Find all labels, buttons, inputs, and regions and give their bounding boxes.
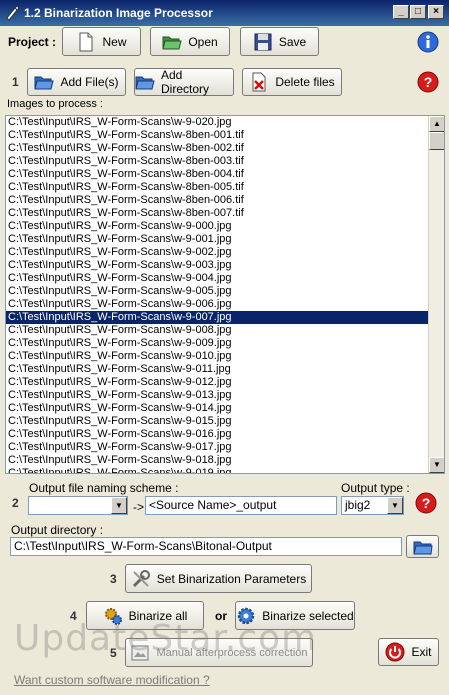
list-item[interactable]: C:\Test\Input\IRS_W-Form-Scans\w-9-002.j… [6, 246, 429, 259]
list-item[interactable]: C:\Test\Input\IRS_W-Form-Scans\w-9-003.j… [6, 259, 429, 272]
list-item[interactable]: C:\Test\Input\IRS_W-Form-Scans\w-8ben-00… [6, 181, 429, 194]
add-files-label: Add File(s) [60, 75, 119, 89]
naming-scheme-label: Output file naming scheme : [29, 481, 179, 495]
list-item[interactable]: C:\Test\Input\IRS_W-Form-Scans\w-8ben-00… [6, 194, 429, 207]
app-icon [6, 5, 20, 21]
list-item[interactable]: C:\Test\Input\IRS_W-Form-Scans\w-9-009.j… [6, 337, 429, 350]
custom-software-link[interactable]: Want custom software modification ? [14, 673, 210, 687]
images-list: C:\Test\Input\IRS_W-Form-Scans\w-9-020.j… [6, 116, 429, 473]
list-item[interactable]: C:\Test\Input\IRS_W-Form-Scans\w-9-001.j… [6, 233, 429, 246]
naming-arrow: -> [133, 500, 145, 514]
help-icon-output[interactable]: ? [415, 492, 437, 514]
add-directory-button[interactable]: Add Directory [134, 68, 234, 96]
power-icon [385, 642, 405, 662]
list-item[interactable]: C:\Test\Input\IRS_W-Form-Scans\w-9-007.j… [6, 311, 429, 324]
title-bar: 1.2 Binarization Image Processor _ □ × [0, 0, 449, 26]
list-item[interactable]: C:\Test\Input\IRS_W-Form-Scans\w-9-013.j… [6, 389, 429, 402]
images-label: Images to process : [7, 98, 103, 110]
scroll-up-arrow-icon[interactable]: ▲ [429, 116, 444, 132]
list-item[interactable]: C:\Test\Input\IRS_W-Form-Scans\w-9-019.j… [6, 467, 429, 473]
watermark: UpdateStar.com [14, 618, 318, 659]
exit-label: Exit [411, 645, 432, 659]
exit-button[interactable]: Exit [378, 638, 439, 666]
minimize-button[interactable]: _ [393, 5, 409, 19]
svg-text:?: ? [424, 74, 433, 90]
delete-files-label: Delete files [275, 75, 335, 89]
list-item[interactable]: C:\Test\Input\IRS_W-Form-Scans\w-8ben-00… [6, 207, 429, 220]
naming-scheme-field[interactable]: <Source Name>_output [145, 496, 337, 515]
naming-prefix-combo[interactable]: ▼ [28, 496, 128, 515]
folder-open-icon [162, 36, 182, 49]
project-label: Project : [8, 35, 57, 49]
step-3-number: 3 [110, 572, 117, 586]
list-item[interactable]: C:\Test\Input\IRS_W-Form-Scans\w-9-010.j… [6, 350, 429, 363]
open-button[interactable]: Open [150, 27, 230, 56]
save-button-label: Save [278, 34, 307, 49]
output-directory-label: Output directory : [11, 523, 104, 537]
delete-files-button[interactable]: Delete files [242, 68, 342, 96]
add-directory-label: Add Directory [161, 68, 210, 96]
add-files-button[interactable]: Add File(s) [27, 68, 126, 96]
output-type-value: jbig2 [345, 498, 371, 512]
info-icon[interactable] [417, 31, 439, 53]
folder-icon [135, 76, 155, 90]
output-directory-field[interactable]: C:\Test\Input\IRS_W-Form-Scans\Bitonal-O… [10, 537, 402, 556]
list-item[interactable]: C:\Test\Input\IRS_W-Form-Scans\w-8ben-00… [6, 155, 429, 168]
browse-directory-button[interactable] [406, 535, 439, 558]
set-parameters-button[interactable]: Set Binarization Parameters [125, 564, 312, 593]
list-item[interactable]: C:\Test\Input\IRS_W-Form-Scans\w-9-016.j… [6, 428, 429, 441]
list-item[interactable]: C:\Test\Input\IRS_W-Form-Scans\w-9-008.j… [6, 324, 429, 337]
browse-folder-icon [412, 541, 433, 554]
window-title: 1.2 Binarization Image Processor [24, 6, 213, 20]
new-button[interactable]: New [62, 27, 141, 56]
list-item[interactable]: C:\Test\Input\IRS_W-Form-Scans\w-9-014.j… [6, 402, 429, 415]
save-button[interactable]: Save [240, 27, 319, 56]
list-item[interactable]: C:\Test\Input\IRS_W-Form-Scans\w-8ben-00… [6, 142, 429, 155]
new-button-label: New [102, 34, 127, 49]
list-item[interactable]: C:\Test\Input\IRS_W-Form-Scans\w-9-000.j… [6, 220, 429, 233]
list-item[interactable]: C:\Test\Input\IRS_W-Form-Scans\w-9-015.j… [6, 415, 429, 428]
scroll-down-arrow-icon[interactable]: ▼ [429, 457, 444, 473]
new-document-icon [79, 32, 93, 51]
vertical-scrollbar[interactable]: ▲ ▼ [428, 116, 444, 473]
delete-document-icon [252, 72, 266, 92]
open-button-label: Open [188, 34, 218, 49]
set-parameters-label: Set Binarization Parameters [156, 571, 307, 586]
output-type-combo[interactable]: jbig2 ▼ [341, 496, 404, 515]
step-2-number: 2 [12, 496, 19, 510]
list-item[interactable]: C:\Test\Input\IRS_W-Form-Scans\w-9-006.j… [6, 298, 429, 311]
list-item[interactable]: C:\Test\Input\IRS_W-Form-Scans\w-9-005.j… [6, 285, 429, 298]
tools-icon [132, 569, 150, 587]
svg-text:?: ? [422, 495, 431, 511]
list-item[interactable]: C:\Test\Input\IRS_W-Form-Scans\w-9-018.j… [6, 454, 429, 467]
output-type-dropdown-icon[interactable]: ▼ [387, 497, 403, 514]
output-type-label: Output type : [341, 481, 410, 495]
step-1-number: 1 [12, 75, 19, 89]
folder-add-icon [34, 76, 55, 90]
list-item[interactable]: C:\Test\Input\IRS_W-Form-Scans\w-9-004.j… [6, 272, 429, 285]
list-item[interactable]: C:\Test\Input\IRS_W-Form-Scans\w-9-011.j… [6, 363, 429, 376]
close-button[interactable]: × [428, 5, 444, 19]
help-icon[interactable]: ? [417, 71, 439, 93]
floppy-disk-icon [254, 33, 272, 50]
list-item[interactable]: C:\Test\Input\IRS_W-Form-Scans\w-9-020.j… [6, 116, 429, 129]
images-listbox[interactable]: C:\Test\Input\IRS_W-Form-Scans\w-9-020.j… [5, 115, 445, 474]
list-item[interactable]: C:\Test\Input\IRS_W-Form-Scans\w-8ben-00… [6, 129, 429, 142]
scroll-thumb[interactable] [429, 132, 444, 150]
list-item[interactable]: C:\Test\Input\IRS_W-Form-Scans\w-9-017.j… [6, 441, 429, 454]
list-item[interactable]: C:\Test\Input\IRS_W-Form-Scans\w-8ben-00… [6, 168, 429, 181]
maximize-button[interactable]: □ [410, 5, 426, 19]
list-item[interactable]: C:\Test\Input\IRS_W-Form-Scans\w-9-012.j… [6, 376, 429, 389]
naming-prefix-dropdown-icon[interactable]: ▼ [111, 497, 127, 514]
